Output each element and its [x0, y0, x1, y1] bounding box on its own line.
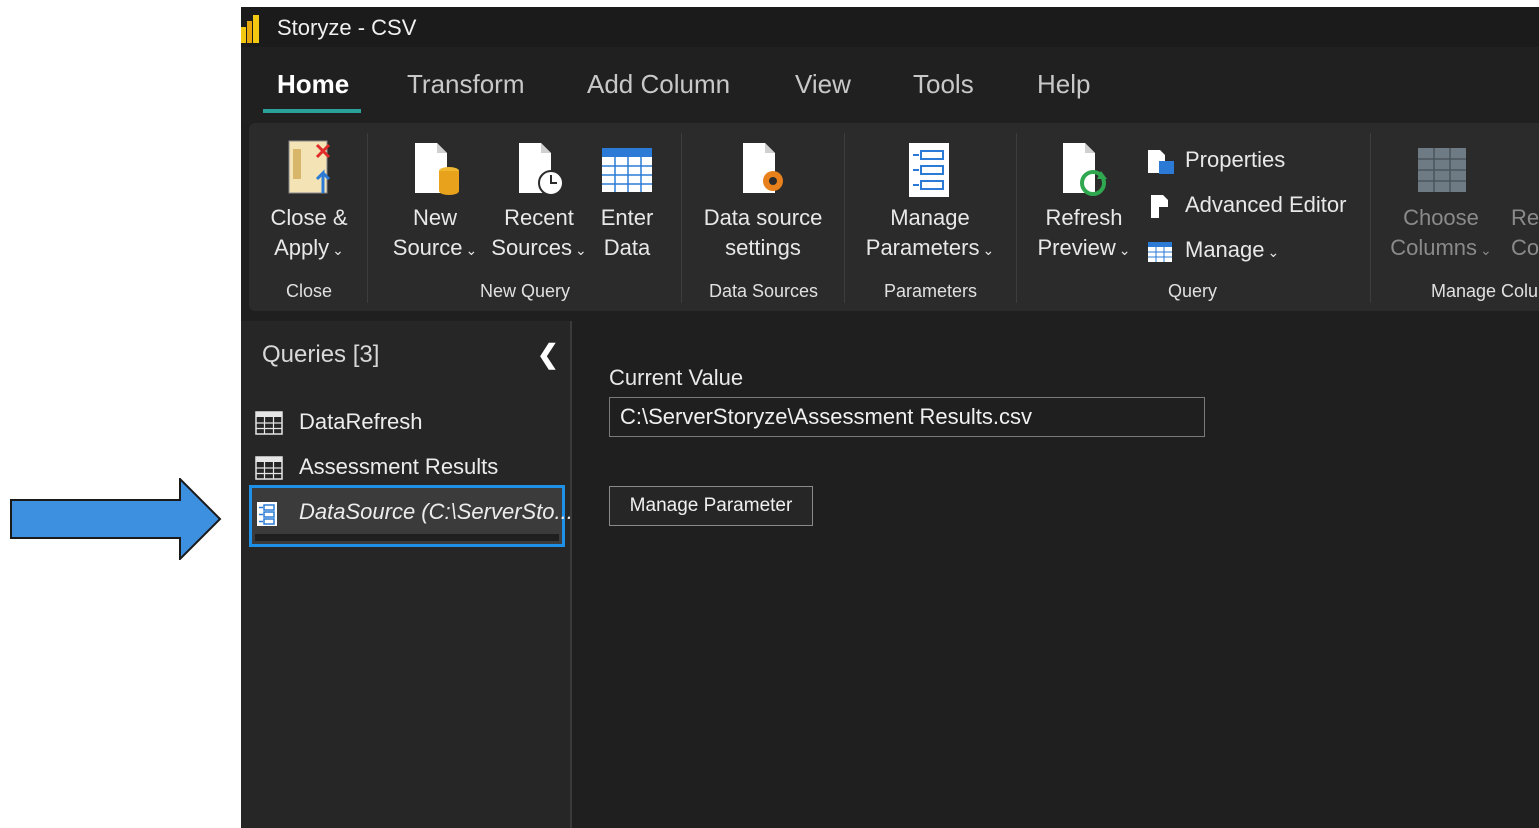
remove-columns-label-2: Co [1511, 235, 1539, 260]
tab-add-column[interactable]: Add Column [587, 69, 730, 100]
table-grid-icon [602, 148, 652, 192]
data-source-settings-label-1: Data source [703, 205, 823, 230]
chevron-down-icon: ⌄ [465, 242, 478, 258]
tab-help[interactable]: Help [1037, 69, 1090, 100]
recent-sources-button[interactable]: Recent Sources ⌄ [489, 139, 589, 269]
manage-parameter-button[interactable]: Manage Parameter [609, 486, 813, 526]
recent-sources-icon [519, 143, 564, 196]
close-apply-label-row: Apply ⌄ [261, 233, 357, 265]
refresh-preview-label-2: Preview [1037, 235, 1116, 260]
group-divider [844, 133, 845, 303]
active-tab-indicator [263, 109, 361, 113]
recent-sources-label-2: Sources [491, 235, 572, 260]
close-apply-icon [288, 140, 331, 194]
close-apply-label-1: Close & [270, 205, 348, 230]
close-apply-label-2: Apply [274, 235, 330, 260]
queries-pane: Queries [3] ❮ DataRefresh Assessment Res… [241, 321, 573, 828]
new-source-label-row: Source ⌄ [385, 233, 485, 265]
refresh-preview-button[interactable]: Refresh Preview ⌄ [1029, 139, 1139, 269]
enter-data-button[interactable]: Enter Data [593, 139, 661, 269]
manage-parameters-label-row: Parameters ⌄ [859, 233, 1001, 265]
chevron-down-icon: ⌄ [1480, 242, 1492, 258]
table-icon [1148, 242, 1172, 262]
new-source-label-2: Source [392, 235, 463, 260]
group-label-new-query: New Query [480, 281, 571, 301]
manage-label: Manage [1185, 237, 1265, 262]
data-source-settings-label-2: settings [725, 235, 801, 260]
remove-columns-label-1: Re [1511, 205, 1539, 230]
query-item-label: DataRefresh [299, 409, 423, 434]
advanced-editor-label: Advanced Editor [1185, 192, 1347, 217]
group-label-query: Query [1168, 281, 1218, 301]
query-item-label: Assessment Results [299, 454, 499, 479]
tab-tools[interactable]: Tools [913, 69, 974, 100]
chevron-down-icon: ⌄ [982, 242, 995, 258]
table-icon [255, 411, 283, 435]
group-label-data-sources: Data Sources [709, 281, 819, 301]
tab-transform[interactable]: Transform [407, 69, 525, 100]
queries-pane-title: Queries [3] [262, 341, 380, 368]
query-item-label: DataSource (C:\ServerSto... [299, 499, 573, 524]
parameter-editor: Current Value Manage Parameter [572, 321, 1539, 828]
manage-parameters-label-2: Parameters [865, 235, 980, 260]
new-source-icon [415, 143, 459, 195]
chevron-down-icon: ⌄ [574, 242, 587, 258]
refresh-preview-label-row: Preview ⌄ [1029, 233, 1139, 265]
close-apply-button[interactable]: Close & Apply ⌄ [261, 139, 357, 269]
properties-label: Properties [1185, 147, 1286, 172]
choose-columns-label-2: Columns [1390, 235, 1478, 260]
remove-columns-button[interactable]: Re Co [1507, 139, 1539, 269]
table-icon [255, 456, 283, 480]
group-divider [1016, 133, 1017, 303]
advanced-editor-icon [1151, 195, 1169, 219]
new-source-button[interactable]: New Source ⌄ [385, 139, 485, 269]
power-query-window: Storyze - CSV Home Transform Add Column … [241, 7, 1539, 828]
recent-sources-label-row: Sources ⌄ [489, 233, 589, 265]
chevron-down-icon: ⌄ [1267, 244, 1280, 260]
selection-underline [255, 534, 559, 541]
manage-parameters-icon [909, 143, 949, 197]
data-source-settings-icon [743, 143, 783, 193]
properties-icon [1148, 150, 1174, 174]
group-divider [367, 133, 368, 303]
enter-data-label-1: Enter [600, 205, 654, 230]
current-value-input[interactable] [609, 397, 1205, 437]
refresh-preview-icon [1063, 143, 1107, 196]
ribbon-home: Close & Apply ⌄ Close New Source ⌄ Recen… [249, 123, 1539, 311]
data-source-settings-button[interactable]: Data source settings [697, 139, 829, 269]
group-label-parameters: Parameters [884, 281, 978, 301]
ribbon-tabs: Home Transform Add Column View Tools Hel… [241, 47, 1539, 125]
group-label-close: Close [286, 281, 333, 301]
choose-columns-button[interactable]: Choose Columns ⌄ [1385, 139, 1497, 269]
chevron-down-icon: ⌄ [1118, 242, 1131, 258]
refresh-preview-label-1: Refresh [1045, 205, 1123, 230]
power-bi-logo-icon [241, 15, 259, 43]
current-value-label: Current Value [609, 365, 744, 390]
tab-view[interactable]: View [795, 69, 851, 100]
window-title: Storyze - CSV [277, 15, 417, 40]
choose-columns-icon [1418, 148, 1466, 192]
group-divider [681, 133, 682, 303]
choose-columns-label-row: Columns ⌄ [1385, 233, 1497, 265]
tab-home[interactable]: Home [277, 69, 349, 100]
collapse-pane-chevron-left-icon[interactable]: ❮ [537, 339, 559, 370]
group-divider [1370, 133, 1371, 303]
manage-parameters-button[interactable]: Manage Parameters ⌄ [859, 139, 1001, 269]
enter-data-label-2: Data [603, 235, 651, 260]
title-bar: Storyze - CSV [241, 7, 1539, 47]
manage-parameters-label-1: Manage [890, 205, 970, 230]
chevron-down-icon: ⌄ [332, 242, 344, 258]
group-label-manage-columns: Manage Colu [1431, 281, 1539, 301]
manage-label-row: Manage ⌄ [1185, 237, 1279, 263]
pointer-arrow-icon [10, 478, 222, 560]
recent-sources-label-1: Recent [504, 205, 574, 230]
choose-columns-label-1: Choose [1403, 205, 1479, 230]
parameter-icon [257, 502, 277, 526]
new-source-label-1: New [412, 205, 457, 230]
